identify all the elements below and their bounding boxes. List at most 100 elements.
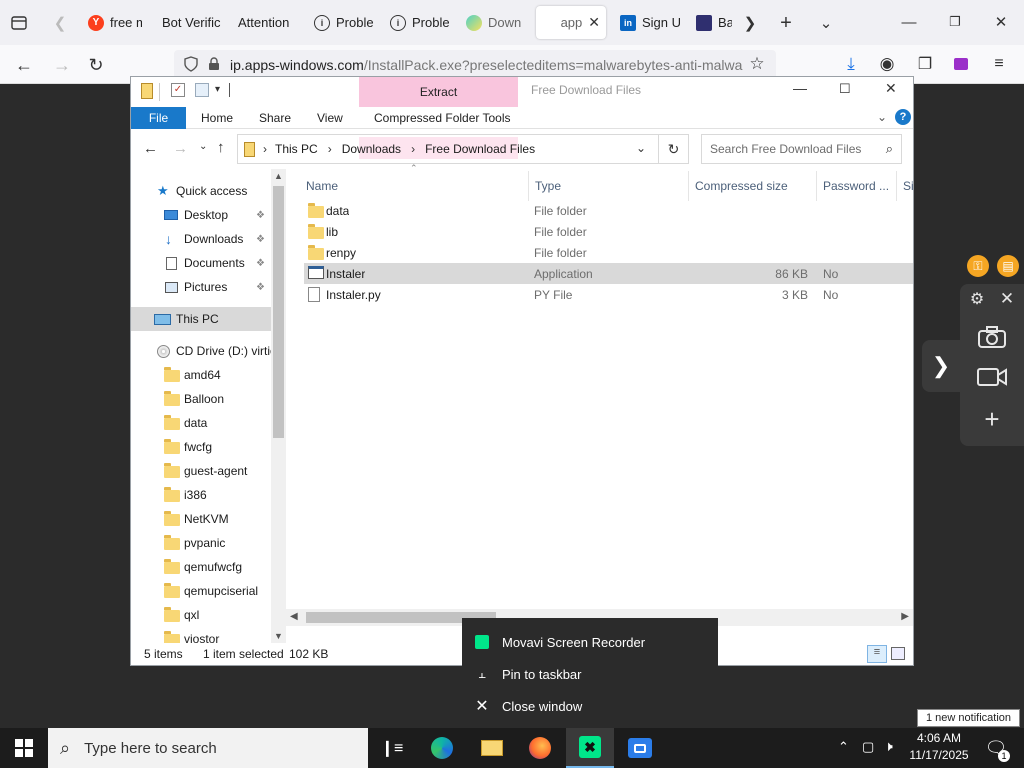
start-button[interactable] xyxy=(0,728,48,768)
file-row[interactable]: renpy File folder xyxy=(304,242,913,263)
action-center-button[interactable]: 🗨 1 xyxy=(976,728,1016,768)
quick-access-dropdown-icon[interactable]: ▾ xyxy=(215,84,220,95)
file-row[interactable]: lib File folder xyxy=(304,221,913,242)
browser-tab[interactable]: in Sign U xyxy=(614,6,686,39)
forward-icon[interactable]: → xyxy=(173,140,188,157)
column-name[interactable]: Name xyxy=(300,171,529,201)
taskbar-movavi[interactable]: ✖ xyxy=(566,728,614,768)
tab-file[interactable]: File xyxy=(131,107,186,129)
file-row[interactable]: data File folder xyxy=(304,200,913,221)
key-icon[interactable]: ⚿ xyxy=(967,255,989,277)
nav-scroll-thumb[interactable] xyxy=(273,186,284,438)
camera-icon[interactable] xyxy=(972,320,1012,354)
new-tab-icon[interactable]: + xyxy=(774,11,798,35)
nav-cd-folder[interactable]: viostor xyxy=(131,627,271,643)
tab-scroll-left-icon[interactable]: ❮ xyxy=(50,12,70,34)
tab-home[interactable]: Home xyxy=(201,107,233,129)
close-icon[interactable]: ✕ xyxy=(996,288,1018,310)
close-window-icon[interactable]: ✕ xyxy=(988,10,1014,34)
nav-cd-folder[interactable]: fwcfg xyxy=(131,435,271,459)
restore-icon[interactable]: ❐ xyxy=(942,10,968,34)
pin-icon[interactable]: ❖ xyxy=(256,234,265,245)
search-icon[interactable]: ⌕ xyxy=(886,141,893,157)
up-icon[interactable]: ↑ xyxy=(217,139,225,156)
nav-pictures[interactable]: Pictures ❖ xyxy=(131,275,271,299)
close-icon[interactable]: ✕ xyxy=(885,80,897,97)
scroll-down-icon[interactable]: ▼ xyxy=(274,631,283,641)
nav-cd-folder[interactable]: qemufwcfg xyxy=(131,555,271,579)
nav-documents[interactable]: Documents ❖ xyxy=(131,251,271,275)
breadcrumb-downloads[interactable]: Downloads xyxy=(342,142,401,156)
scroll-right-icon[interactable]: ▶ xyxy=(901,611,909,622)
taskbar-file-explorer[interactable] xyxy=(468,728,516,768)
cart-icon[interactable]: ▤ xyxy=(997,255,1019,277)
nav-cd-folder[interactable]: qemupciserial xyxy=(131,579,271,603)
nav-cd-folder[interactable]: data xyxy=(131,411,271,435)
taskbar-search[interactable]: ⌕ Type here to search xyxy=(48,728,368,768)
file-row[interactable]: Instaler Application No 86 KB xyxy=(304,263,913,284)
taskbar-edge[interactable] xyxy=(418,728,466,768)
task-view-button[interactable]: ❙≡ xyxy=(368,728,416,768)
tab-compressed-folder-tools[interactable]: Compressed Folder Tools xyxy=(374,107,511,129)
extract-context-tab[interactable]: Extract xyxy=(359,77,518,107)
downloads-icon[interactable]: ⤓ xyxy=(840,53,862,75)
maximize-icon[interactable]: ☐ xyxy=(839,81,851,97)
address-bar[interactable]: › This PC › Downloads › Free Download Fi… xyxy=(237,134,659,164)
nav-desktop[interactable]: Desktop ❖ xyxy=(131,203,271,227)
extensions-icon[interactable]: ❐ xyxy=(914,53,936,75)
browser-tab[interactable]: Down xyxy=(460,6,528,39)
nav-scrollbar[interactable]: ▲ ▼ xyxy=(271,169,286,643)
extension-purple-icon[interactable] xyxy=(950,53,972,75)
forward-icon[interactable]: → xyxy=(50,53,74,77)
movavi-panel-toggle[interactable]: ❯ xyxy=(922,340,960,392)
taskbar-movavi-recorder[interactable] xyxy=(616,728,664,768)
minimize-icon[interactable]: — xyxy=(896,10,922,34)
network-icon[interactable]: ▢ xyxy=(862,739,874,755)
video-icon[interactable] xyxy=(972,360,1012,394)
pin-icon[interactable]: ❖ xyxy=(256,210,265,221)
reload-icon[interactable]: ↻ xyxy=(84,53,108,77)
nav-quick-access[interactable]: ★ Quick access xyxy=(131,179,271,203)
chevron-up-icon[interactable]: ⌃ xyxy=(838,739,849,755)
jumplist-close[interactable]: ✕ Close window xyxy=(462,690,718,722)
file-row[interactable]: Instaler.py PY File No 3 KB xyxy=(304,284,913,305)
pin-icon[interactable]: ❖ xyxy=(256,258,265,269)
nav-cd-folder[interactable]: guest-agent xyxy=(131,459,271,483)
nav-cd-folder[interactable]: i386 xyxy=(131,483,271,507)
search-input[interactable]: Search Free Download Files ⌕ xyxy=(701,134,902,164)
nav-cd-folder[interactable]: qxl xyxy=(131,603,271,627)
shield-icon[interactable] xyxy=(184,55,198,75)
gear-icon[interactable]: ⚙ xyxy=(966,288,988,310)
nav-cd-folder[interactable]: Balloon xyxy=(131,387,271,411)
new-folder-icon[interactable] xyxy=(195,83,209,97)
browser-tab[interactable]: i Proble xyxy=(384,6,456,39)
scroll-up-icon[interactable]: ▲ xyxy=(274,171,283,181)
sidebar-toggle-icon[interactable] xyxy=(8,12,30,34)
bookmark-star-icon[interactable]: ☆ xyxy=(746,53,768,75)
properties-icon[interactable]: ✓ xyxy=(171,83,185,97)
breadcrumb-free-download-files[interactable]: Free Download Files xyxy=(425,142,535,156)
volume-muted-icon[interactable]: 🕨 xyxy=(884,738,893,755)
taskbar-firefox[interactable] xyxy=(516,728,564,768)
browser-tab-active[interactable]: app ✕ xyxy=(536,6,606,39)
nav-this-pc[interactable]: This PC xyxy=(131,307,271,331)
recent-locations-icon[interactable]: ⌄ xyxy=(199,141,207,152)
nav-cd-folder[interactable]: NetKVM xyxy=(131,507,271,531)
browser-tab[interactable]: Attention xyxy=(232,6,302,39)
nav-cd-drive[interactable]: CD Drive (D:) virtio xyxy=(131,339,277,363)
large-icons-view-icon[interactable] xyxy=(891,647,905,660)
nav-downloads[interactable]: ↓ Downloads ❖ xyxy=(131,227,271,251)
browser-tab[interactable]: Bot Verific xyxy=(156,6,228,39)
nav-cd-folder[interactable]: amd64 xyxy=(131,363,271,387)
jumplist-pin[interactable]: ⫠ Pin to taskbar xyxy=(462,658,718,690)
nav-cd-folder[interactable]: pvpanic xyxy=(131,531,271,555)
help-icon[interactable]: ? xyxy=(895,109,911,125)
pin-icon[interactable]: ❖ xyxy=(256,282,265,293)
breadcrumb-this-pc[interactable]: This PC xyxy=(275,142,318,156)
tab-share[interactable]: Share xyxy=(259,107,291,129)
column-password[interactable]: Password ... xyxy=(817,171,897,201)
jumplist-app[interactable]: Movavi Screen Recorder xyxy=(462,626,718,658)
scroll-left-icon[interactable]: ◀ xyxy=(290,611,298,622)
column-size[interactable]: Si xyxy=(897,171,913,201)
address-dropdown-icon[interactable]: ⌄ xyxy=(636,141,646,155)
